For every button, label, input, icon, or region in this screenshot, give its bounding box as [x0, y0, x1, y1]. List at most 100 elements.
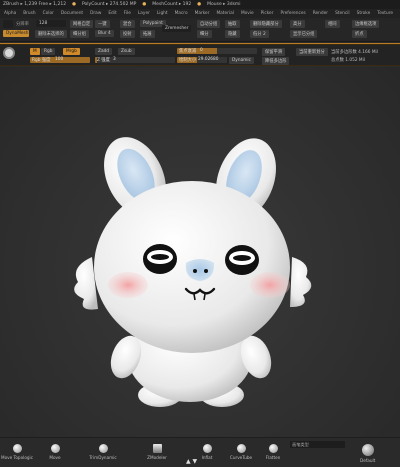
- status-dot-icon: ●: [142, 2, 147, 7]
- menu-item[interactable]: Preferences: [280, 11, 305, 16]
- cube-icon: [152, 444, 162, 453]
- resolution-label: 分辨率: [16, 22, 29, 27]
- dynamic-button[interactable]: Dynamic: [229, 57, 254, 64]
- toolshelf-button[interactable]: 隐藏: [225, 30, 240, 38]
- menu-item[interactable]: Material: [216, 11, 233, 16]
- zremesher-button[interactable]: Zremesher: [162, 25, 192, 32]
- resolution-field[interactable]: 128: [36, 20, 66, 27]
- brush-move[interactable]: Move: [38, 444, 72, 460]
- menu-item[interactable]: Brush: [23, 11, 35, 16]
- focal-shift-value: 0: [200, 48, 203, 53]
- toolshelf-button[interactable]: 网格自定: [70, 20, 94, 28]
- sphere-icon: [12, 444, 22, 453]
- rgb-intensity-value: 100: [55, 57, 64, 62]
- zsub-button[interactable]: Zsub: [118, 48, 135, 55]
- sphere-icon: [202, 444, 212, 453]
- brush-label: ZModeler: [147, 455, 167, 460]
- brushbar-right-button[interactable]: 降低多边形: [262, 57, 290, 65]
- left-cheek: [108, 272, 148, 298]
- menu-item[interactable]: Layer: [138, 11, 150, 16]
- mrgb-button[interactable]: Mrgb: [63, 48, 80, 55]
- toolshelf-button[interactable]: 一键: [95, 20, 110, 28]
- brushbar-right-button[interactable]: 当前重新划分: [296, 48, 328, 56]
- toolshelf-button[interactable]: 自动分组: [197, 20, 221, 28]
- brushbar-right-button[interactable]: 保留平滑: [262, 48, 286, 56]
- menu-item[interactable]: Movie: [241, 11, 254, 16]
- toolshelf-button[interactable]: Blur 4: [95, 30, 114, 37]
- active-points-info: 当前多边形数 4.166 Mil: [331, 50, 378, 55]
- toolshelf-button[interactable]: 折点: [352, 30, 367, 38]
- brush-label: TrimDynamic: [89, 455, 117, 460]
- brush-bar: M Rgb Mrgb Zadd Zsub Rgb 强度 100 Z 强度 3 焦…: [0, 44, 400, 66]
- toolshelf-button[interactable]: 删除隐藏部分: [250, 20, 282, 28]
- right-fin: [290, 257, 312, 307]
- menu-item[interactable]: Stroke: [357, 11, 371, 16]
- toolshelf-button[interactable]: 混合: [120, 20, 135, 28]
- menu-item[interactable]: Texture: [377, 11, 393, 16]
- focal-shift-label: 焦点衰减: [179, 49, 197, 54]
- toolshelf-button[interactable]: 抽取: [225, 20, 240, 28]
- menu-item[interactable]: Draw: [90, 11, 101, 16]
- toolshelf-button[interactable]: 删除未选择的: [35, 30, 67, 38]
- menu-item[interactable]: Picker: [261, 11, 274, 16]
- toolshelf-button[interactable]: 拓展: [140, 30, 155, 38]
- menu-item[interactable]: Marker: [195, 11, 210, 16]
- canvas-viewport[interactable]: [0, 67, 400, 437]
- toolshelf-button[interactable]: 显示已分组: [290, 30, 318, 38]
- dynamesh-icon[interactable]: [3, 20, 13, 28]
- character-model: [74, 137, 312, 407]
- brush-zmodeler[interactable]: ZModeler: [140, 444, 174, 460]
- brush-move-topologic[interactable]: Move Topologic: [0, 444, 34, 460]
- rgb-intensity-label: Rgb 强度: [32, 58, 51, 63]
- right-eye: [225, 245, 259, 275]
- sphere-icon: [50, 444, 60, 453]
- brush-label: Flatten: [265, 455, 281, 460]
- brush-label: CurveTube: [229, 455, 253, 460]
- m-button[interactable]: M: [30, 48, 40, 55]
- tool-shelf: 分辨率 128 DynaMesh 网格自定 一键 删除未选择的 细分组 Blur…: [0, 18, 400, 42]
- brush-label: Move: [49, 455, 61, 460]
- status-item: Mouse ▸ 3dsmi: [207, 2, 241, 7]
- default-brush-icon[interactable]: [362, 444, 374, 456]
- status-dot-icon: ●: [72, 2, 76, 7]
- default-brush-label: Default: [360, 458, 376, 463]
- status-dot-icon: ●: [197, 2, 202, 7]
- menu-item[interactable]: Document: [61, 11, 83, 16]
- toolshelf-button[interactable]: 相同: [325, 20, 340, 28]
- z-intensity-label: Z 强度: [97, 58, 110, 63]
- menu-item[interactable]: File: [124, 11, 131, 16]
- left-eye: [143, 244, 177, 274]
- brush-trimdynamic[interactable]: TrimDynamic: [86, 444, 120, 460]
- zadd-button[interactable]: Zadd: [95, 48, 113, 55]
- sphere-icon: [98, 444, 108, 453]
- status-item: MeshCount ▸ 192: [152, 2, 192, 7]
- brush-type-field[interactable]: 画笔类型: [290, 441, 345, 448]
- rgb-button[interactable]: Rgb: [41, 48, 56, 55]
- brush-flatten[interactable]: Flatten: [256, 444, 290, 460]
- sphere-icon: [236, 444, 246, 453]
- menu-item[interactable]: Edit: [108, 11, 116, 16]
- brush-curvetube[interactable]: CurveTube: [224, 444, 258, 460]
- total-points-info: 总点数 1.052 Mil: [331, 58, 366, 63]
- status-item: ZBrush ▸ 1,239 Free ▸ 1,212: [3, 2, 67, 7]
- collapse-arrows-icon[interactable]: ▲ ▼: [186, 458, 197, 465]
- menu-item[interactable]: Light: [157, 11, 168, 16]
- z-intensity-value: 3: [113, 57, 116, 62]
- toolshelf-button[interactable]: 细分: [197, 30, 212, 38]
- toolshelf-button[interactable]: 细分组: [70, 30, 89, 38]
- toolshelf-button[interactable]: 边缘框选项: [352, 20, 380, 28]
- toolshelf-button[interactable]: 低分 2: [250, 30, 269, 38]
- brush-icon[interactable]: [3, 47, 15, 59]
- menu-item[interactable]: Render: [313, 11, 328, 16]
- menu-item[interactable]: Macro: [175, 11, 188, 16]
- menu-item[interactable]: Alpha: [4, 11, 16, 16]
- menu-item[interactable]: Stencil: [335, 11, 350, 16]
- brush-label: Inflat: [201, 455, 213, 460]
- menu-item[interactable]: Color: [43, 11, 54, 16]
- toolshelf-button[interactable]: 投射: [120, 30, 135, 38]
- toolshelf-button[interactable]: 高分: [290, 20, 305, 28]
- menu-bar: Alpha Brush Color Document Draw Edit File Layer…: [0, 9, 400, 18]
- draw-size-value: 29.02680: [198, 57, 219, 62]
- draw-size-label: 绘制大小: [179, 58, 197, 63]
- dynamesh-button[interactable]: DynaMesh: [3, 30, 29, 37]
